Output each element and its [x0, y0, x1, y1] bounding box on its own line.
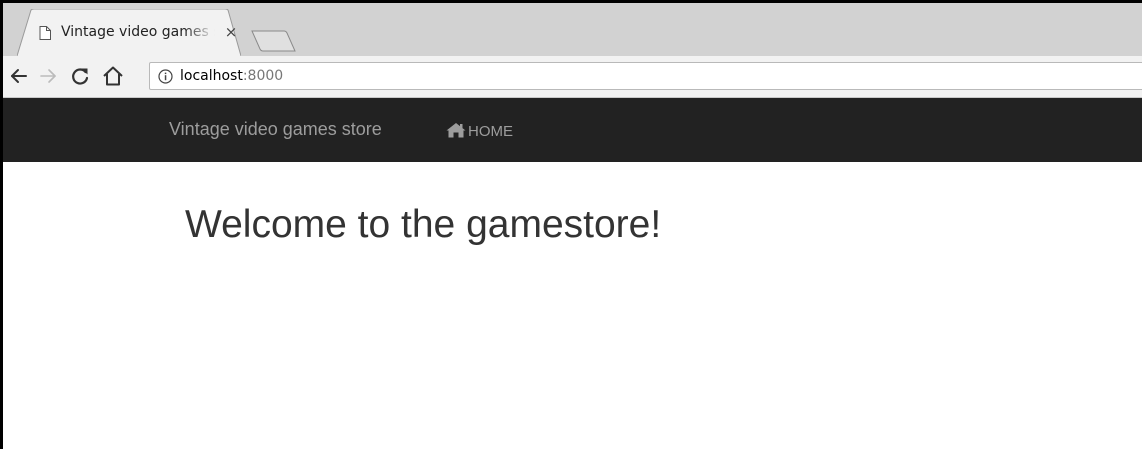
back-button[interactable] — [8, 65, 30, 87]
url-text[interactable]: localhost:8000 — [180, 67, 283, 85]
site-navbar: Vintage video games store HOME — [3, 98, 1142, 162]
tab-strip: Vintage video games store × — [3, 3, 1142, 57]
close-tab-icon[interactable]: × — [224, 23, 238, 41]
navbar-brand-link[interactable]: Vintage video games store — [169, 118, 382, 140]
new-tab-button[interactable] — [251, 30, 297, 52]
url-host: localhost — [180, 68, 243, 84]
reload-button[interactable] — [69, 65, 91, 87]
reload-icon — [72, 68, 89, 85]
nav-home-label: HOME — [468, 123, 513, 140]
arrow-right-icon — [40, 69, 56, 83]
tab-title: Vintage video games store — [61, 24, 215, 40]
home-icon — [446, 123, 466, 138]
page-title: Welcome to the gamestore! — [185, 203, 662, 246]
browser-toolbar: localhost:8000 — [3, 56, 1142, 98]
address-bar[interactable]: localhost:8000 — [149, 62, 1142, 90]
arrow-left-icon — [11, 69, 27, 83]
url-port: :8000 — [242, 68, 284, 84]
tab-vintage-video-games[interactable]: Vintage video games store × — [17, 9, 241, 57]
home-button[interactable] — [102, 65, 124, 87]
info-icon[interactable] — [158, 69, 173, 84]
forward-button[interactable] — [37, 65, 59, 87]
browser-window: Vintage video games store × — [0, 0, 1142, 449]
home-icon — [103, 66, 123, 86]
document-icon — [39, 26, 51, 40]
